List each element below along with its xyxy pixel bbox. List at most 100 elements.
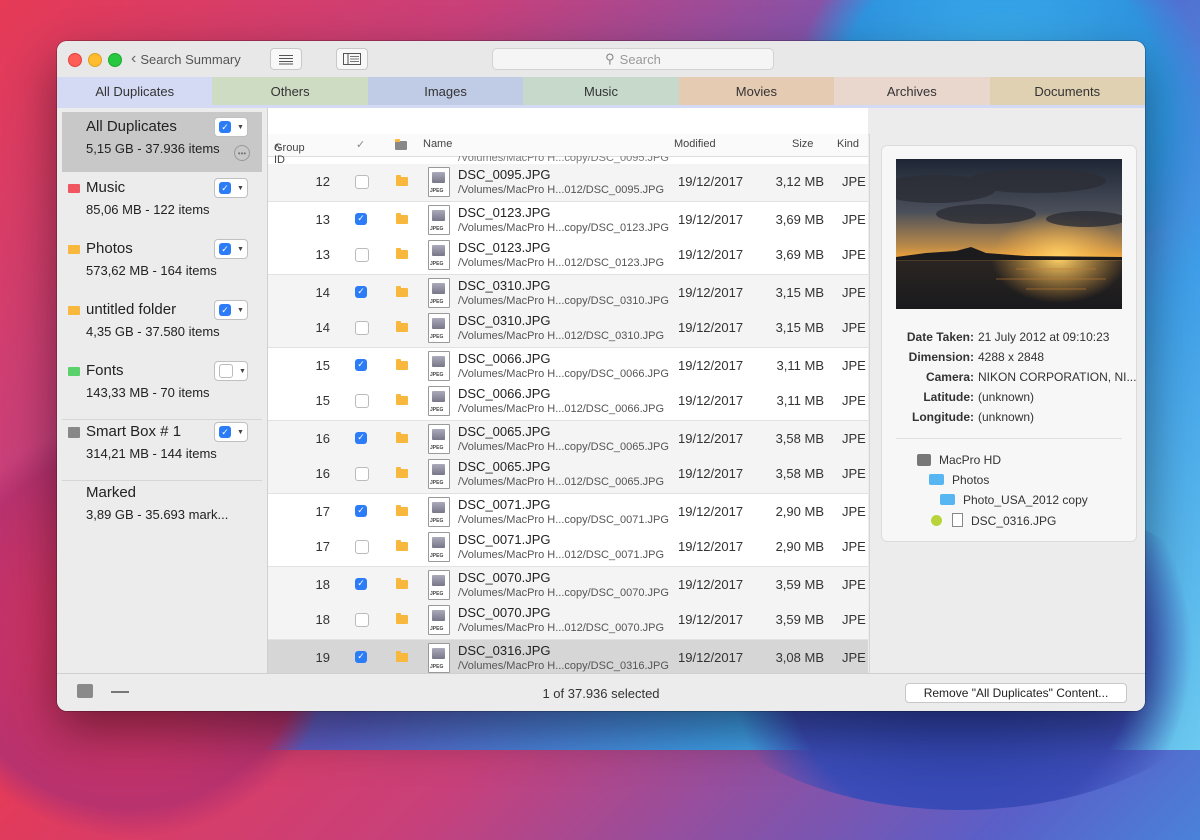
reveal-folder-icon[interactable] <box>396 431 408 443</box>
reveal-folder-icon[interactable] <box>396 212 408 224</box>
tab-music[interactable]: Music <box>523 77 679 105</box>
row-checkbox[interactable] <box>355 248 369 262</box>
row-checkbox[interactable]: ✓ <box>355 504 367 517</box>
more-icon[interactable]: ••• <box>234 145 250 161</box>
list-view-button[interactable] <box>270 48 302 70</box>
table-row[interactable]: 14 ✓ JPEG DSC_0310.JPG/Volumes/MacPro H...c… <box>268 273 868 311</box>
modified-date: 19/12/2017 <box>678 576 744 592</box>
include-toggle[interactable]: ▼ <box>214 361 248 381</box>
reveal-folder-icon[interactable] <box>396 394 408 405</box>
col-kind[interactable]: Kind <box>837 138 859 150</box>
col-modified[interactable]: Modified <box>674 138 716 150</box>
row-checkbox[interactable] <box>355 394 369 408</box>
include-toggle[interactable]: ✓ ▼ <box>214 117 248 137</box>
row-checkbox[interactable]: ✓ <box>355 650 367 663</box>
reveal-folder-icon[interactable] <box>396 175 408 186</box>
col-size[interactable]: Size <box>792 138 813 150</box>
sidebar-item-all-duplicates[interactable]: All Duplicates 5,15 GB - 37.936 items ✓ ▼ ••… <box>62 112 262 172</box>
checkbox[interactable]: ✓ <box>219 121 231 133</box>
tab-others[interactable]: Others <box>212 77 368 105</box>
tab-documents[interactable]: Documents <box>989 77 1145 105</box>
row-checkbox[interactable] <box>355 613 369 627</box>
sidebar-item-stats: 573,62 MB - 164 items <box>86 263 217 278</box>
file-path: /Volumes/MacPro H...012/DSC_0310.JPG <box>458 330 665 342</box>
reveal-folder-icon[interactable] <box>396 504 408 516</box>
file-path: /Volumes/MacPro H...copy/DSC_0071.JPG <box>458 513 669 526</box>
category-tabs: All Duplicates Others Images Music Movies Arc… <box>57 77 1145 105</box>
table-row[interactable]: 12 JPEG DSC_0095.JPG/Volumes/MacPro H...01… <box>268 164 868 201</box>
table-row[interactable]: 19 ✓ JPEG DSC_0316.JPG/Volumes/MacPro H...c… <box>268 638 868 673</box>
table-row[interactable]: 15 JPEG DSC_0066.JPG/Volumes/MacPro H...01… <box>268 383 868 420</box>
close-button[interactable] <box>68 53 82 67</box>
search-field[interactable]: ⚲ Search <box>492 48 774 70</box>
tree-file[interactable]: DSC_0316.JPG <box>931 513 1056 528</box>
row-checkbox[interactable]: ✓ <box>355 358 367 371</box>
tree-photos[interactable]: Photos <box>929 473 989 487</box>
col-name[interactable]: Name <box>423 138 452 150</box>
zoom-button[interactable] <box>108 53 122 67</box>
table-row[interactable]: 13 ✓ JPEG DSC_0123.JPG/Volumes/MacPro H...c… <box>268 200 868 239</box>
jpeg-file-icon: JPEG <box>428 423 450 454</box>
table-row[interactable]: 18 ✓ JPEG DSC_0070.JPG/Volumes/MacPro H...c… <box>268 565 868 603</box>
row-checkbox[interactable]: ✓ <box>355 212 367 225</box>
row-checkbox[interactable]: ✓ <box>355 285 367 298</box>
row-checkbox[interactable] <box>355 467 369 481</box>
tree-disk[interactable]: MacPro HD <box>917 453 1001 467</box>
table-row[interactable]: 16 ✓ JPEG DSC_0065.JPG/Volumes/MacPro H...c… <box>268 419 868 457</box>
reveal-folder-icon[interactable] <box>396 285 408 297</box>
back-button[interactable]: ‹ Search Summary <box>131 50 241 68</box>
reveal-folder-icon[interactable] <box>396 650 408 662</box>
row-checkbox[interactable]: ✓ <box>355 431 367 444</box>
checkbox[interactable] <box>219 364 233 378</box>
reveal-folder-icon[interactable] <box>396 321 408 332</box>
sidebar-item-marked[interactable]: Marked 3,89 GB - 35.693 mark... <box>62 478 262 538</box>
detail-view-button[interactable] <box>336 48 368 70</box>
table-row[interactable]: 16 JPEG DSC_0065.JPG/Volumes/MacPro H...01… <box>268 456 868 493</box>
minimize-button[interactable] <box>88 53 102 67</box>
tab-all-duplicates[interactable]: All Duplicates <box>57 77 213 105</box>
table-row[interactable]: 14 JPEG DSC_0310.JPG/Volumes/MacPro H...01… <box>268 310 868 347</box>
reveal-folder-icon[interactable] <box>396 358 408 370</box>
checkbox[interactable]: ✓ <box>219 182 231 194</box>
modified-date: 19/12/2017 <box>678 247 744 262</box>
include-toggle[interactable]: ✓ ▼ <box>214 300 248 320</box>
row-checkbox[interactable] <box>355 321 369 335</box>
sidebar-item-smart-box-1[interactable]: Smart Box # 1 314,21 MB - 144 items ✓ ▼ <box>62 417 262 477</box>
sidebar-item-music[interactable]: Music 85,06 MB - 122 items ✓ ▼ <box>62 173 262 233</box>
sidebar-item-fonts[interactable]: Fonts 143,33 MB - 70 items ▼ <box>62 356 262 416</box>
reveal-folder-icon[interactable] <box>396 540 408 551</box>
include-toggle[interactable]: ✓ ▼ <box>214 178 248 198</box>
table-row[interactable]: 15 ✓ JPEG DSC_0066.JPG/Volumes/MacPro H...c… <box>268 346 868 385</box>
row-checkbox[interactable] <box>355 175 369 189</box>
file-kind: JPEG <box>842 247 866 262</box>
reveal-folder-icon[interactable] <box>396 248 408 259</box>
checkbox[interactable]: ✓ <box>219 426 231 438</box>
table-row[interactable]: 17 JPEG DSC_0071.JPG/Volumes/MacPro H...01… <box>268 529 868 566</box>
sidebar-item-photos[interactable]: Photos 573,62 MB - 164 items ✓ ▼ <box>62 234 262 294</box>
bottom-bar: 1 of 37.936 selected Remove "All Duplica… <box>57 673 1145 711</box>
table-row[interactable]: 17 ✓ JPEG DSC_0071.JPG/Volumes/MacPro H...c… <box>268 492 868 531</box>
reveal-folder-icon[interactable] <box>396 577 408 589</box>
meta-key: Date Taken: <box>906 330 974 344</box>
jpeg-file-icon: JPEG <box>428 605 450 635</box>
tree-subfolder[interactable]: Photo_USA_2012 copy <box>940 493 1088 507</box>
include-toggle[interactable]: ✓ ▼ <box>214 422 248 442</box>
include-toggle[interactable]: ✓ ▼ <box>214 239 248 259</box>
table-row[interactable]: 13 JPEG DSC_0123.JPG/Volumes/MacPro H...01… <box>268 237 868 274</box>
row-checkbox[interactable] <box>355 540 369 554</box>
file-size: 3,12 MB <box>775 174 824 189</box>
table-row[interactable]: 18 JPEG DSC_0070.JPG/Volumes/MacPro H...01… <box>268 602 868 639</box>
checkbox[interactable]: ✓ <box>219 304 231 316</box>
sidebar-item-untitled-folder[interactable]: untitled folder 4,35 GB - 37.580 items ✓ ▼ <box>62 295 262 355</box>
sidebar-item-label: Photos <box>86 240 133 257</box>
modified-date: 19/12/2017 <box>678 211 744 227</box>
row-checkbox[interactable]: ✓ <box>355 577 367 590</box>
remove-content-button[interactable]: Remove "All Duplicates" Content... <box>905 683 1127 703</box>
tab-movies[interactable]: Movies <box>678 77 835 105</box>
reveal-folder-icon[interactable] <box>396 613 408 624</box>
tab-archives[interactable]: Archives <box>834 77 990 105</box>
col-check[interactable]: ✓ <box>356 138 365 151</box>
reveal-folder-icon[interactable] <box>396 467 408 478</box>
checkbox[interactable]: ✓ <box>219 243 231 255</box>
tab-images[interactable]: Images <box>367 77 524 105</box>
